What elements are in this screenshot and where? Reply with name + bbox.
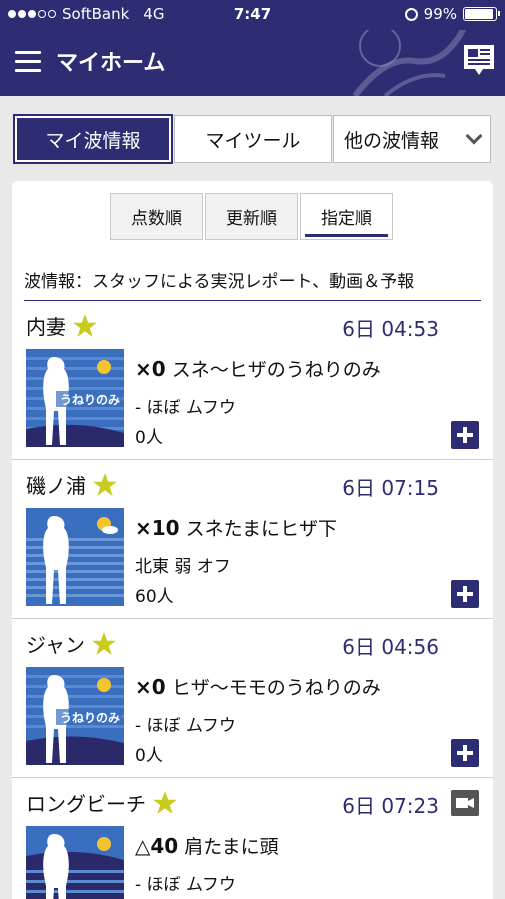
thumb-label: うねりのみ <box>60 393 121 407</box>
tab-other-wave-info[interactable]: 他の波情報 <box>333 115 491 163</box>
spot-name-row: 磯ノ浦 <box>26 470 118 499</box>
wave-size: スネたまにヒザ下 <box>185 518 338 540</box>
tab-other-wave-info-label: 他の波情報 <box>344 129 440 152</box>
wave-thumbnail: うねりのみ <box>26 349 124 447</box>
wave-size: ヒザ〜モモのうねりのみ <box>171 677 381 699</box>
list-item[interactable]: 磯ノ浦 6日 07:15 ×10 スネたまにヒザ下 北東 弱 オフ 60人 <box>12 460 493 619</box>
sort-by-update[interactable]: 更新順 <box>205 193 298 240</box>
report-time: 6日 07:15 <box>342 476 439 500</box>
wind-info: - ほぼ ムフウ <box>135 398 236 418</box>
list-item[interactable]: 内妻 6日 04:53 うねりのみ ×0 スネ〜ヒザのうねりのみ - ほぼ ムフ… <box>12 301 493 460</box>
tab-my-tools[interactable]: マイツール <box>174 115 332 163</box>
wave-rank: △40 <box>135 834 179 858</box>
wind-info: - ほぼ ムフウ <box>135 875 236 895</box>
spot-name-row: ロングビーチ <box>26 788 178 817</box>
menu-icon[interactable] <box>15 51 41 73</box>
report-time: 6日 04:56 <box>342 635 439 659</box>
wave-summary: ×10 スネたまにヒザ下 <box>135 514 337 541</box>
wave-thumbnail <box>26 826 124 899</box>
spot-name-row: ジャン <box>26 629 117 658</box>
wave-info-card: 点数順 更新順 指定順 波情報：スタッフによる実況レポート、動画＆予報 内妻 6… <box>12 181 493 899</box>
people-count: 0人 <box>135 428 163 448</box>
spot-name: 磯ノ浦 <box>26 474 86 498</box>
wave-size: 肩たまに頭 <box>184 836 279 858</box>
sort-tabs: 点数順 更新順 指定順 <box>110 193 393 240</box>
wave-summary: ×0 ヒザ〜モモのうねりのみ <box>135 673 381 700</box>
people-count: 60人 <box>135 587 174 607</box>
wind-info: 北東 弱 オフ <box>135 557 231 577</box>
star-icon[interactable] <box>152 790 178 816</box>
expand-button[interactable] <box>451 739 479 767</box>
wind-info: - ほぼ ムフウ <box>135 716 236 736</box>
page-title: マイホーム <box>56 51 166 76</box>
list-item[interactable]: ジャン 6日 04:56 うねりのみ ×0 ヒザ〜モモのうねりのみ - ほぼ ム… <box>12 619 493 778</box>
wave-rank: ×0 <box>135 675 166 699</box>
spot-name: ロングビーチ <box>26 792 146 816</box>
wave-thumbnail: うねりのみ <box>26 667 124 765</box>
battery-percent: 99% <box>423 5 457 23</box>
main-tabs: マイ波情報 マイツール 他の波情報 <box>13 114 491 164</box>
app-header: マイホーム <box>0 30 505 96</box>
battery-icon <box>463 7 500 21</box>
spot-name: ジャン <box>26 633 85 657</box>
wave-summary: △40 肩たまに頭 <box>135 832 279 859</box>
logo-decoration-icon <box>352 30 467 96</box>
star-icon[interactable] <box>92 472 118 498</box>
spot-name: 内妻 <box>26 315 66 339</box>
wave-rank: ×10 <box>135 516 180 540</box>
people-count: 0人 <box>135 746 163 766</box>
wave-size: スネ〜ヒザのうねりのみ <box>171 359 381 381</box>
expand-button[interactable] <box>451 421 479 449</box>
star-icon[interactable] <box>91 631 117 657</box>
section-description: 波情報：スタッフによる実況レポート、動画＆予報 <box>24 267 481 301</box>
star-icon[interactable] <box>72 313 98 339</box>
chevron-down-icon <box>465 127 483 145</box>
wave-rank: ×0 <box>135 357 166 381</box>
video-camera-icon[interactable] <box>451 790 479 816</box>
report-time: 6日 07:23 <box>342 794 439 818</box>
thumb-label: うねりのみ <box>60 711 121 725</box>
sort-by-custom[interactable]: 指定順 <box>300 193 393 240</box>
alarm-icon <box>404 7 418 21</box>
status-bar: SoftBank 4G 7:47 99% <box>0 0 505 30</box>
report-time: 6日 04:53 <box>342 317 439 341</box>
tab-my-wave-info[interactable]: マイ波情報 <box>13 114 173 164</box>
spot-name-row: 内妻 <box>26 311 98 340</box>
news-icon[interactable] <box>463 44 495 78</box>
expand-button[interactable] <box>451 580 479 608</box>
sort-by-score[interactable]: 点数順 <box>110 193 203 240</box>
list-item[interactable]: ロングビーチ 6日 07:23 △40 肩たまに頭 - ほぼ ムフウ <box>12 778 493 899</box>
wave-summary: ×0 スネ〜ヒザのうねりのみ <box>135 355 381 382</box>
wave-thumbnail <box>26 508 124 606</box>
